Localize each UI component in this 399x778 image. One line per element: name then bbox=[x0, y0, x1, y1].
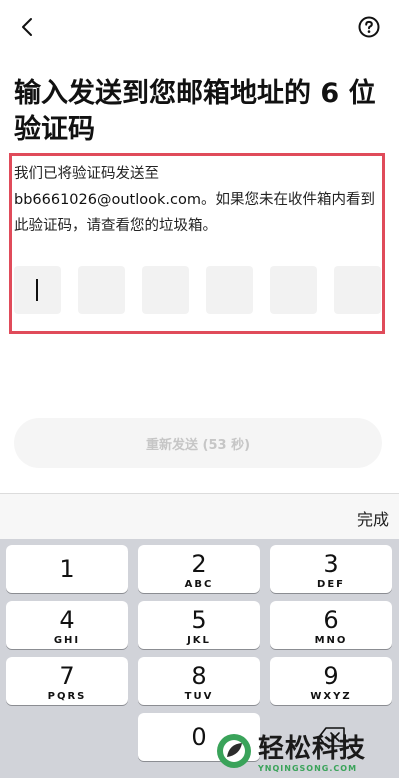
key-letters: GHI bbox=[53, 635, 81, 646]
key-4[interactable]: 4 GHI bbox=[6, 601, 128, 649]
key-digit: 3 bbox=[323, 550, 339, 578]
key-5[interactable]: 5 JKL bbox=[138, 601, 260, 649]
code-digit-box-4[interactable] bbox=[206, 266, 253, 314]
key-8[interactable]: 8 TUV bbox=[138, 657, 260, 705]
key-digit: 6 bbox=[323, 606, 339, 634]
top-bar bbox=[0, 0, 399, 60]
key-letters: TUV bbox=[184, 691, 214, 702]
key-letters: PQRS bbox=[47, 691, 87, 702]
keyboard-toolbar: 完成 bbox=[0, 493, 399, 539]
key-digit: 8 bbox=[191, 662, 207, 690]
question-circle-icon bbox=[358, 16, 380, 42]
email-address: bb6661026@outlook.com bbox=[14, 192, 201, 208]
help-button[interactable] bbox=[357, 16, 381, 42]
key-6[interactable]: 6 MNO bbox=[270, 601, 392, 649]
resend-button[interactable]: 重新发送 (53 秒) bbox=[14, 418, 382, 468]
code-digit-box-5[interactable] bbox=[270, 266, 317, 314]
key-2[interactable]: 2 ABC bbox=[138, 545, 260, 593]
description-line1: 我们已将验证码发送至 bbox=[14, 166, 159, 182]
watermark-text: 轻松科技 YNQINGSONG.COM bbox=[258, 734, 366, 773]
key-3[interactable]: 3 DEF bbox=[270, 545, 392, 593]
key-digit: 7 bbox=[59, 662, 75, 690]
key-letters: DEF bbox=[317, 579, 345, 590]
done-button[interactable]: 完成 bbox=[357, 506, 389, 530]
watermark-logo: 轻松科技 YNQINGSONG.COM bbox=[214, 728, 399, 778]
key-digit: 9 bbox=[323, 662, 339, 690]
chevron-left-icon bbox=[21, 17, 33, 41]
key-letters: JKL bbox=[187, 635, 211, 646]
description-text: 我们已将验证码发送至 bb6661026@outlook.com。如果您未在收件箱… bbox=[14, 161, 386, 239]
key-letters: MNO bbox=[314, 635, 348, 646]
back-button[interactable] bbox=[14, 14, 40, 44]
key-empty bbox=[6, 713, 128, 761]
key-1[interactable]: 1 bbox=[6, 545, 128, 593]
key-letters: WXYZ bbox=[310, 691, 352, 702]
key-digit: 1 bbox=[59, 555, 75, 583]
key-digit: 5 bbox=[191, 606, 207, 634]
key-7[interactable]: 7 PQRS bbox=[6, 657, 128, 705]
key-digit: 2 bbox=[191, 550, 207, 578]
verification-code-input[interactable] bbox=[14, 266, 399, 314]
leaf-logo-icon bbox=[214, 731, 254, 775]
code-digit-box-2[interactable] bbox=[78, 266, 125, 314]
watermark-title: 轻松科技 bbox=[258, 733, 367, 764]
key-9[interactable]: 9 WXYZ bbox=[270, 657, 392, 705]
text-cursor bbox=[36, 279, 38, 301]
key-digit: 4 bbox=[59, 606, 75, 634]
page-title: 输入发送到您邮箱地址的 6 位验证码 bbox=[14, 78, 376, 145]
code-digit-box-6[interactable] bbox=[334, 266, 381, 314]
code-digit-box-1[interactable] bbox=[14, 266, 61, 314]
watermark-subtitle: YNQINGSONG.COM bbox=[258, 763, 358, 773]
key-letters: ABC bbox=[184, 579, 214, 590]
code-digit-box-3[interactable] bbox=[142, 266, 189, 314]
